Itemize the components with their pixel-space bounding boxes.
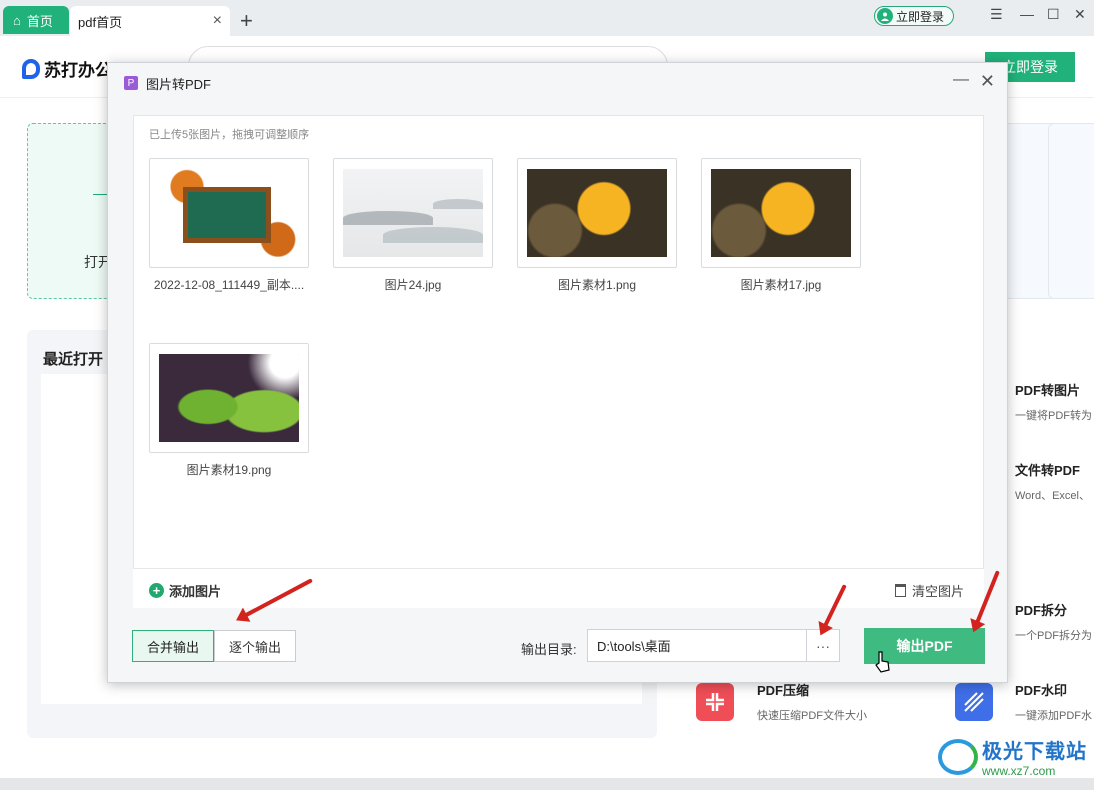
feature-pdf-split[interactable]: PDF拆分 一个PDF拆分为 (1015, 600, 1092, 643)
trash-icon (894, 584, 906, 597)
new-tab-button[interactable]: + (240, 8, 253, 34)
site-watermark: 极光下载站 www.xz7.com (938, 735, 1087, 778)
feature-title: PDF转图片 (1015, 383, 1081, 398)
feature-desc: 一键将PDF转为 (1015, 410, 1092, 422)
maximize-icon[interactable]: ☐ (1047, 6, 1060, 23)
feature-pdf-compress[interactable]: PDF压缩 快速压缩PDF文件大小 (757, 680, 867, 723)
image-item[interactable]: 2022-12-08_111449_副本.... (149, 158, 309, 293)
watermark-icon (955, 683, 993, 721)
watermark-logo-icon (938, 738, 978, 775)
feature-title: PDF水印 (1015, 683, 1068, 698)
home-icon: ⌂ (13, 12, 21, 28)
title-bar: ⌂ 首页 pdf首页 × + 立即登录 ☰ — ☐ ✕ (0, 0, 1094, 36)
clear-images-button[interactable]: 清空图片 (894, 581, 964, 600)
footer-bar (0, 778, 1094, 790)
pdf-app-icon: P (124, 76, 138, 90)
dialog-close-icon[interactable]: ✕ (980, 71, 995, 92)
minimize-icon[interactable]: — (1020, 6, 1034, 22)
upload-hint: 已上传5张图片，拖拽可调整顺序 (149, 129, 310, 141)
single-output-button[interactable]: 逐个输出 (214, 630, 296, 662)
login-pill-label: 立即登录 (896, 9, 945, 24)
close-window-icon[interactable]: ✕ (1074, 6, 1086, 23)
feature-pdf-to-image[interactable]: PDF转图片 一键将PDF转为 (1015, 380, 1092, 423)
add-icon: + (149, 583, 164, 598)
dialog-title-bar: P 图片转PDF (108, 63, 1007, 103)
image-name: 2022-12-08_111449_副本.... (153, 278, 305, 292)
login-pill-button[interactable]: 立即登录 (874, 6, 954, 26)
image-item[interactable]: 图片素材1.png (517, 158, 677, 293)
image-name: 图片素材19.png (186, 463, 272, 477)
image-list-panel: 已上传5张图片，拖拽可调整顺序 2022-12-08_111449_副本....… (133, 115, 984, 608)
logo-text: 苏打办公 (44, 61, 112, 80)
thumbnail-frame (149, 343, 309, 453)
image-item[interactable]: 图片素材17.jpg (701, 158, 861, 293)
thumbnail-image (711, 169, 851, 257)
close-tab-icon[interactable]: × (213, 12, 222, 30)
image-name: 图片24.jpg (384, 278, 442, 292)
compress-icon (696, 683, 734, 721)
image-actions-bar: + 添加图片 清空图片 (133, 568, 984, 608)
feature-desc: 一键添加PDF水 (1015, 710, 1092, 722)
clear-images-label: 清空图片 (911, 584, 964, 599)
image-name: 图片素材1.png (557, 278, 637, 292)
add-images-label: 添加图片 (169, 584, 222, 599)
image-name: 图片素材17.jpg (740, 278, 822, 292)
thumbnail-frame (701, 158, 861, 268)
thumbnail-frame (333, 158, 493, 268)
watermark-name: 极光下载站 (982, 741, 1087, 763)
thumbnail-image (527, 169, 667, 257)
dialog-title: 图片转PDF (146, 76, 212, 92)
add-images-button[interactable]: + 添加图片 (149, 581, 221, 600)
tab-home[interactable]: ⌂ 首页 (3, 6, 69, 34)
dialog-minimize-icon[interactable]: — (953, 71, 969, 89)
menu-icon[interactable]: ☰ (990, 6, 1003, 23)
watermark-url: www.xz7.com (982, 764, 1056, 778)
feature-desc: Word、Excel、 (1015, 490, 1090, 502)
image-item[interactable]: 图片24.jpg (333, 158, 493, 293)
feature-title: PDF拆分 (1015, 603, 1068, 618)
tab-home-label: 首页 (26, 13, 53, 29)
recent-title: 最近打开 (43, 351, 104, 368)
feature-file-to-pdf[interactable]: 文件转PDF Word、Excel、 (1015, 460, 1090, 503)
image-item[interactable]: 图片素材19.png (149, 343, 309, 478)
feature-pdf-watermark[interactable]: PDF水印 一键添加PDF水 (1015, 680, 1092, 723)
logo-icon (22, 58, 40, 79)
hand-cursor-icon (875, 651, 890, 673)
tab-pdf-label: pdf首页 (78, 14, 123, 30)
merge-output-button[interactable]: 合并输出 (132, 630, 214, 662)
tab-pdf-home[interactable]: pdf首页 × (70, 6, 230, 36)
user-icon (877, 8, 893, 24)
feature-title: 文件转PDF (1015, 463, 1081, 478)
image-to-pdf-dialog: P 图片转PDF — ✕ 已上传5张图片，拖拽可调整顺序 2022-12-08_… (107, 62, 1008, 683)
app-logo: 苏打办公 (22, 56, 112, 81)
thumbnail-frame (517, 158, 677, 268)
thumbnail-frame (149, 158, 309, 268)
thumbnail-image (159, 169, 299, 257)
tool-card[interactable] (1048, 123, 1094, 299)
output-dir-field[interactable]: D:\tools\桌面 (587, 629, 807, 662)
thumbnail-image (159, 354, 299, 442)
feature-desc: 快速压缩PDF文件大小 (757, 710, 867, 722)
feature-desc: 一个PDF拆分为 (1015, 630, 1092, 642)
output-dir-label: 输出目录: (521, 642, 577, 657)
thumbnail-image (343, 169, 483, 257)
